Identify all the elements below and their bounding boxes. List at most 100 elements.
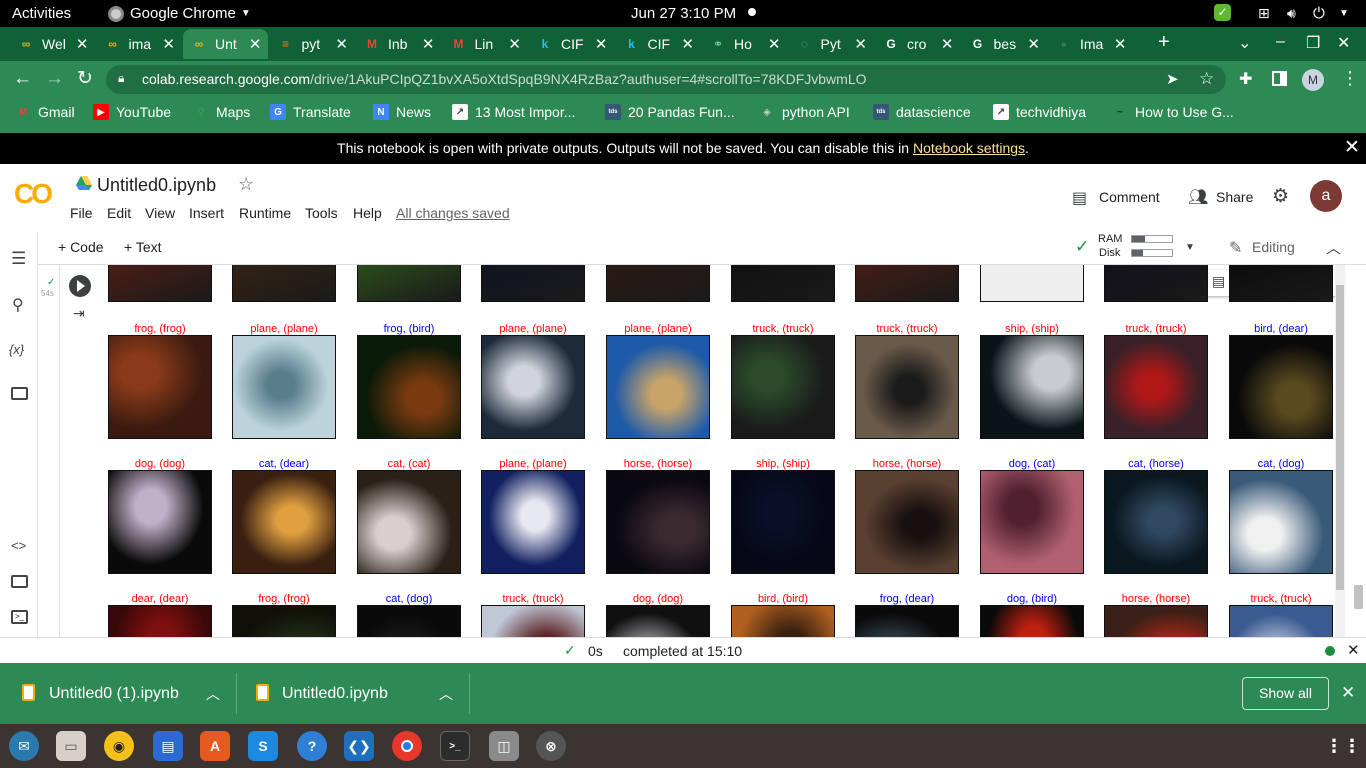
search-icon[interactable]: ⚲ xyxy=(12,295,24,315)
tab[interactable]: ∞ ima ✕ xyxy=(97,29,182,59)
chevron-down-icon[interactable]: ▼ xyxy=(1339,8,1349,19)
activities-button[interactable]: Activities xyxy=(12,5,71,22)
menu-file[interactable]: File xyxy=(70,205,93,221)
tab[interactable]: k CIF ✕ xyxy=(616,29,701,59)
bookmark-item[interactable]: ⚲ Maps xyxy=(193,104,250,120)
app-menu[interactable]: Google Chrome ▼ xyxy=(108,5,251,22)
close-icon[interactable]: ✕ xyxy=(1114,35,1127,53)
terminal-icon[interactable]: >_ xyxy=(11,610,28,624)
close-icon[interactable]: ✕ xyxy=(76,35,89,53)
close-icon[interactable]: ✕ xyxy=(1341,683,1355,703)
tab[interactable]: ◌ Pyt ✕ xyxy=(789,29,874,59)
close-window-icon[interactable]: ✕ xyxy=(1337,33,1350,53)
page-scrollbar[interactable] xyxy=(1350,265,1366,637)
download-item[interactable]: Untitled0.ipynb ︿ xyxy=(237,663,469,724)
profile-avatar[interactable]: M xyxy=(1302,69,1324,91)
reload-icon[interactable]: ↻ xyxy=(77,67,93,90)
drive-icon[interactable] xyxy=(76,176,92,190)
back-icon[interactable]: ← xyxy=(13,68,32,90)
volume-icon[interactable]: 🔊︎ xyxy=(1287,5,1296,22)
save-status[interactable]: All changes saved xyxy=(396,205,510,221)
tab[interactable]: ≡ pyt ✕ xyxy=(270,29,355,59)
terminal-icon[interactable]: >_ xyxy=(440,731,470,761)
chrome-icon[interactable] xyxy=(392,731,422,761)
bookmark-item[interactable]: ↗ techvidhiya xyxy=(993,104,1086,120)
account-avatar[interactable]: a xyxy=(1310,180,1342,212)
comment-button[interactable]: Comment xyxy=(1099,189,1160,205)
files-folder-icon[interactable] xyxy=(11,387,28,400)
tab-search-icon[interactable]: ⌄ xyxy=(1238,33,1251,53)
bookmark-item[interactable]: ~ How to Use G... xyxy=(1112,104,1234,120)
bookmark-item[interactable]: ▶ YouTube xyxy=(93,104,171,120)
menu-help[interactable]: Help xyxy=(353,205,382,221)
thunderbird-icon[interactable]: ✉ xyxy=(9,731,39,761)
tab[interactable]: Gcro ✕ xyxy=(875,29,960,59)
minimize-icon[interactable]: – xyxy=(1276,33,1285,51)
bookmark-item[interactable]: tds 20 Pandas Fun... xyxy=(605,104,735,120)
close-icon[interactable]: ✕ xyxy=(162,35,175,53)
settings-gear-icon[interactable]: ⚙ xyxy=(1272,185,1289,208)
run-cell-button[interactable] xyxy=(69,275,91,297)
code-cell-output[interactable]: ✓ 54s ⇥ ↑ ↓ ⛓ ▤ ⚙ ⧉ 🗑︎ ⋮ frog, (frog)pla… xyxy=(38,265,1350,637)
show-all-button[interactable]: Show all xyxy=(1242,677,1329,710)
bookmark-item[interactable]: ↗ 13 Most Impor... xyxy=(452,104,575,120)
bookmark-item[interactable]: tds datascience xyxy=(873,104,971,120)
files-icon[interactable]: ▭ xyxy=(56,731,86,761)
close-icon[interactable]: ✕ xyxy=(335,35,348,53)
close-icon[interactable]: ✕ xyxy=(1344,136,1360,159)
bookmark-item[interactable]: M Gmail xyxy=(15,104,75,120)
tab[interactable]: M Inb ✕ xyxy=(356,29,441,59)
bookmark-star-icon[interactable]: ☆ xyxy=(1199,69,1214,89)
tab[interactable]: k CIF ✕ xyxy=(529,29,614,59)
star-icon[interactable]: ☆ xyxy=(238,174,254,195)
close-icon[interactable]: ✕ xyxy=(508,35,521,53)
tab[interactable]: ⚭ Ho ✕ xyxy=(702,29,787,59)
close-icon[interactable]: ✕ xyxy=(422,35,435,53)
close-icon[interactable]: ✕ xyxy=(249,35,262,53)
skype-icon[interactable]: S xyxy=(248,731,278,761)
tab[interactable]: ▫ Ima ✕ xyxy=(1048,29,1133,59)
close-icon[interactable]: ✕ xyxy=(941,35,954,53)
network-icon[interactable]: ⊞ xyxy=(1258,5,1270,22)
side-panel-icon[interactable] xyxy=(1272,71,1287,86)
command-palette-icon[interactable] xyxy=(11,575,28,588)
chevron-up-icon[interactable]: ︿ xyxy=(206,684,220,704)
output-actions-icon[interactable]: ⇥ xyxy=(73,305,85,322)
share-button[interactable]: Share xyxy=(1216,189,1253,205)
bookmark-item[interactable]: ◈ python API xyxy=(759,104,850,120)
toc-icon[interactable]: ☰ xyxy=(11,249,26,269)
bookmark-item[interactable]: N News xyxy=(373,104,431,120)
menu-insert[interactable]: Insert xyxy=(189,205,224,221)
tab[interactable]: M Lin ✕ xyxy=(443,29,528,59)
close-icon[interactable]: ✕ xyxy=(1347,641,1360,659)
close-icon[interactable]: ✕ xyxy=(1027,35,1040,53)
software-icon[interactable]: A xyxy=(200,731,230,761)
add-code-button[interactable]: + Code xyxy=(58,239,104,255)
share-people-icon[interactable]: 👥︎ xyxy=(1188,187,1208,207)
colab-logo[interactable]: CO xyxy=(14,178,53,210)
chevron-up-icon[interactable]: ︿ xyxy=(439,684,453,704)
tab[interactable]: ∞ Unt ✕ xyxy=(183,29,268,59)
help-icon[interactable]: ? xyxy=(297,731,327,761)
menu-view[interactable]: View xyxy=(145,205,175,221)
kebab-menu-icon[interactable]: ⋮ xyxy=(1341,68,1359,89)
menu-runtime[interactable]: Runtime xyxy=(239,205,291,221)
close-icon[interactable]: ✕ xyxy=(595,35,608,53)
chevron-up-icon[interactable]: ︿ xyxy=(1326,237,1341,258)
close-icon[interactable]: ✕ xyxy=(854,35,867,53)
notebook-settings-link[interactable]: Notebook settings xyxy=(913,140,1025,156)
menu-tools[interactable]: Tools xyxy=(305,205,338,221)
variables-icon[interactable]: {x} xyxy=(9,342,24,357)
clock[interactable]: Jun 27 3:10 PM xyxy=(631,5,736,22)
notebook-title[interactable]: Untitled0.ipynb xyxy=(97,175,216,196)
forward-icon[interactable]: → xyxy=(45,68,64,90)
comment-cell-icon[interactable]: ▤ xyxy=(1212,273,1225,290)
vscode-icon[interactable]: ❮❯ xyxy=(344,731,374,761)
code-snippets-icon[interactable]: <> xyxy=(11,538,26,553)
download-item[interactable]: Untitled0 (1).ipynb ︿ xyxy=(0,663,235,724)
ubuntu-software-icon[interactable]: ⊗ xyxy=(536,731,566,761)
bookmark-item[interactable]: G Translate xyxy=(270,104,351,120)
new-tab-icon[interactable]: + xyxy=(1158,31,1170,54)
app-grid-icon[interactable]: ⋮⋮ xyxy=(1325,731,1361,761)
close-icon[interactable]: ✕ xyxy=(681,35,694,53)
